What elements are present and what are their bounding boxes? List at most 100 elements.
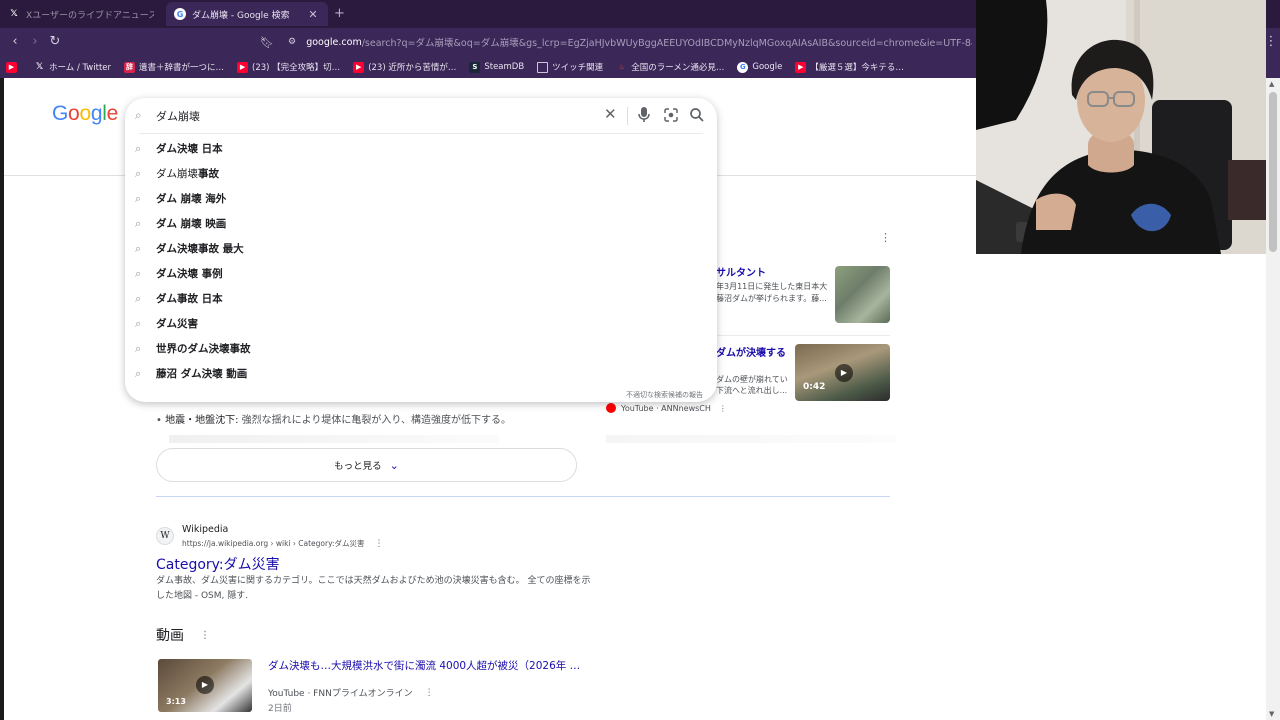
search-button-icon[interactable] <box>689 106 705 124</box>
suggestion-item[interactable]: ⌕ 藤沼 ダム決壊 動画 <box>125 361 717 386</box>
bookmark-item[interactable]: 辞遺書＋辞書が一つに… <box>124 61 224 73</box>
suggestion-text: ダム決壊 事例 <box>156 266 223 281</box>
result-site-name[interactable]: Wikipedia <box>182 524 228 535</box>
source-label: YouTube · ANNnewsCH <box>621 403 711 413</box>
show-more-button[interactable]: もっと見る ⌄ <box>156 448 577 482</box>
result-thumbnail[interactable] <box>835 266 890 323</box>
bookmark-item[interactable]: S SteamDB <box>469 61 525 73</box>
back-icon[interactable]: ‹ <box>6 33 24 51</box>
report-suggestions-link[interactable]: 不適切な検索候補の報告 <box>626 390 703 400</box>
result-title[interactable]: サルタント <box>716 264 766 279</box>
logo-letter: G <box>52 102 69 125</box>
bookmark-label: (23) 近所から苦情が… <box>368 63 457 73</box>
bookmark-item[interactable]: ▶ 【厳選５選】今キテる… <box>795 61 904 73</box>
new-tab-icon[interactable]: + <box>334 6 345 21</box>
google-logo[interactable]: Google <box>52 102 118 126</box>
more-options-icon[interactable]: ⋮ <box>425 688 434 698</box>
suggestion-item[interactable]: ⌕ ダム決壊 事例 <box>125 261 717 286</box>
bookmark-item[interactable]: ▶ <box>6 61 21 73</box>
google-lens-icon[interactable] <box>663 107 679 123</box>
suggestion-bold: ダム決壊事故 最大 <box>156 243 244 255</box>
browser-window: 𝕏 Xユーザーのライブドアニュースさん:「[参加 G ダム崩壊 - Google… <box>0 0 1280 720</box>
search-icon: ⌕ <box>135 266 142 280</box>
play-icon: ▶ <box>196 676 214 694</box>
search-icon: ⌕ <box>135 341 142 355</box>
divider <box>716 335 890 336</box>
logo-letter: o <box>68 102 80 125</box>
bookmark-item[interactable]: ▶ (23) 【完全攻略】切… <box>237 61 340 73</box>
ramen-icon: ♨ <box>618 63 625 71</box>
bookmark-label: ホーム / Twitter <box>49 63 112 73</box>
suggestion-item[interactable]: ⌕ ダム崩壊事故 <box>125 161 717 186</box>
suggestion-item[interactable]: ⌕ ダム災害 <box>125 311 717 336</box>
suggestion-text: ダム 崩壊 海外 <box>156 191 226 206</box>
scrollbar-thumb[interactable] <box>1269 92 1277 252</box>
bullet-head: 地震・地盤沈下: <box>165 415 239 426</box>
result-title[interactable]: Category:ダム災害 <box>156 554 280 574</box>
tab-label: Xユーザーのライブドアニュースさん:「[参加 <box>26 10 154 21</box>
video-duration: 0:42 <box>803 382 826 392</box>
video-thumbnail[interactable]: ▶ 3:13 <box>158 659 252 712</box>
bookmark-item[interactable]: ▶ (23) 近所から苦情が… <box>353 61 456 73</box>
more-options-icon[interactable]: ⋮ <box>719 404 727 413</box>
video-date: 2日前 <box>268 704 292 714</box>
bookmark-label: Google <box>752 62 783 72</box>
site-info-icon[interactable]: ⚙ <box>288 37 300 47</box>
clear-icon[interactable]: ✕ <box>604 105 617 123</box>
play-icon: ▶ <box>835 364 853 382</box>
video-title[interactable]: ダム決壊も…大規模洪水で街に濁流 4000人超が被災（2026年 … <box>268 658 588 673</box>
bookmark-label: 【厳選５選】今キテる… <box>810 63 904 73</box>
more-options-icon[interactable]: ⋮ <box>375 539 384 549</box>
suggestion-item[interactable]: ⌕ ダム決壊事故 最大 <box>125 236 717 261</box>
search-icon: ⌕ <box>135 141 142 155</box>
video-result-snippet: ダムの壁が崩れてい下流へと流れ出し... <box>716 375 788 395</box>
video-thumbnail[interactable]: ▶ 0:42 <box>795 344 890 401</box>
microphone-icon[interactable] <box>637 106 651 124</box>
suggestion-item[interactable]: ⌕ ダム事故 日本 <box>125 286 717 311</box>
address-bar[interactable]: 🔖︎ ⚙ google.com /search?q=ダム崩壊&oq=ダム崩壊&g… <box>252 31 972 53</box>
faded-text <box>606 435 896 443</box>
search-icon: ⌕ <box>135 191 142 205</box>
divider <box>627 107 628 125</box>
bookmark-label: 全国のラーメン通必見… <box>631 63 725 73</box>
reload-icon[interactable]: ↻ <box>46 33 64 51</box>
faded-text <box>169 435 499 443</box>
suggestion-text: ダム決壊 日本 <box>156 141 223 156</box>
suggestion-item[interactable]: ⌕ 世界のダム決壊事故 <box>125 336 717 361</box>
tab-google-search[interactable]: G ダム崩壊 - Google 検索 ✕ <box>166 2 328 26</box>
page-scrollbar[interactable]: ▲ ▼ <box>1266 78 1280 720</box>
bookmark-item[interactable]: 𝕏 ホーム / Twitter <box>34 61 111 73</box>
suggestion-item[interactable]: ⌕ ダム決壊 日本 <box>125 136 717 161</box>
youtube-icon: ▶ <box>6 61 17 73</box>
bookmark-item[interactable]: ♨ 全国のラーメン通必見… <box>616 61 725 73</box>
search-input[interactable]: ダム崩壊 <box>156 108 200 124</box>
url-text: https://ja.wikipedia.org › wiki › Catego… <box>182 539 365 548</box>
suggestion-item[interactable]: ⌕ ダム 崩壊 映画 <box>125 211 717 236</box>
suggestion-bold: ダム決壊 日本 <box>156 143 223 155</box>
suggestion-bold: 事故 <box>198 168 219 180</box>
suggestion-prefix: ダム崩壊 <box>156 168 198 180</box>
bookmark-folder[interactable]: ツイッチ関連 <box>537 61 603 73</box>
tab-livedoor[interactable]: 𝕏 Xユーザーのライブドアニュースさん:「[参加 <box>0 2 162 26</box>
suggestion-text: 藤沼 ダム決壊 動画 <box>156 366 247 381</box>
google-icon: G <box>174 8 186 20</box>
bookmark-label: 遺書＋辞書が一つに… <box>139 63 225 73</box>
video-source: YouTube · FNNプライムオンライン ⋮ <box>268 686 434 700</box>
forward-icon[interactable]: › <box>26 33 44 51</box>
more-options-icon[interactable]: ⋮ <box>880 231 891 244</box>
close-tab-icon[interactable]: ✕ <box>306 8 320 21</box>
suggestion-text: ダム事故 日本 <box>156 291 223 306</box>
suggestion-item[interactable]: ⌕ ダム 崩壊 海外 <box>125 186 717 211</box>
video-result-title[interactable]: ダムが決壊する <box>716 344 786 359</box>
youtube-icon: ▶ <box>237 61 249 73</box>
bookmark-icon[interactable]: 🔖︎ <box>260 36 274 49</box>
logo-letter: g <box>90 102 103 125</box>
webcam-video-frame <box>976 0 1266 254</box>
more-options-icon[interactable]: ⋮ <box>200 630 210 641</box>
bookmark-item[interactable]: G Google <box>737 61 783 73</box>
scroll-up-icon[interactable]: ▲ <box>1269 80 1274 88</box>
google-icon: G <box>737 61 749 73</box>
scroll-down-icon[interactable]: ▼ <box>1269 710 1274 718</box>
result-url[interactable]: https://ja.wikipedia.org › wiki › Catego… <box>182 538 384 549</box>
bookmark-label: SteamDB <box>484 62 525 72</box>
